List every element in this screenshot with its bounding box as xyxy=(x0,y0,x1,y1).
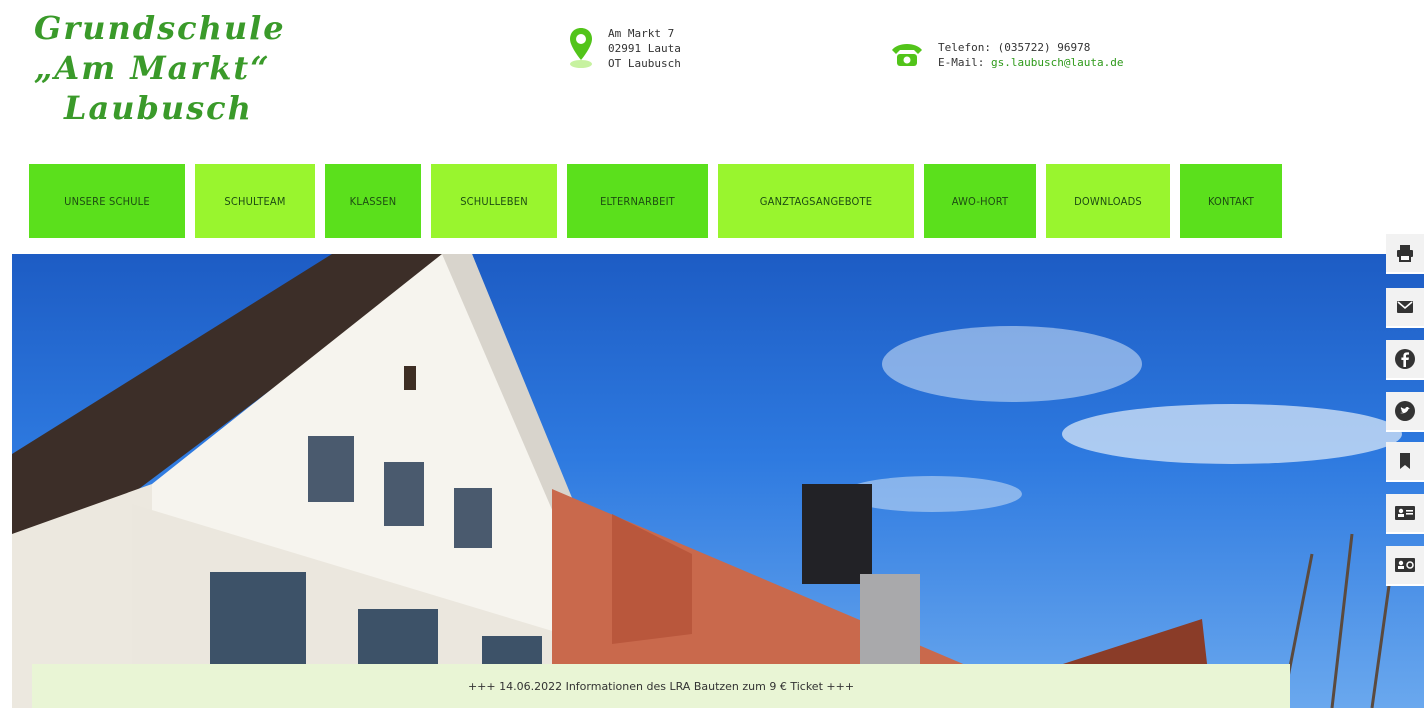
contact-card-icon xyxy=(1395,558,1415,572)
nav-schulteam[interactable]: SCHULTEAM xyxy=(195,164,315,238)
bookmark-icon xyxy=(1400,453,1410,469)
ticker-text[interactable]: +++ 14.06.2022 Informationen des LRA Bau… xyxy=(468,680,854,693)
hero-image xyxy=(12,254,1424,708)
contact-phone: Telefon: (035722) 96978 xyxy=(938,41,1091,54)
main-nav: UNSERE SCHULE SCHULTEAM KLASSEN SCHULLEB… xyxy=(29,164,1282,238)
print-button[interactable] xyxy=(1386,234,1424,274)
nav-elternarbeit[interactable]: ELTERNARBEIT xyxy=(567,164,708,238)
nav-downloads[interactable]: DOWNLOADS xyxy=(1046,164,1170,238)
telephone-icon xyxy=(892,44,922,66)
email-label: E-Mail: xyxy=(938,56,985,69)
facebook-icon xyxy=(1395,349,1415,369)
logo-line-1: Grundschule xyxy=(34,9,286,47)
nav-ganztagsangebote[interactable]: GANZTAGSANGEBOTE xyxy=(718,164,914,238)
address-city: 02991 Lauta xyxy=(608,42,681,55)
bookmark-button[interactable] xyxy=(1386,442,1424,482)
contact-card-button[interactable] xyxy=(1386,546,1424,586)
facebook-share-button[interactable] xyxy=(1386,340,1424,380)
logo-line-3: Laubusch xyxy=(64,89,253,127)
location-pin-icon xyxy=(570,28,592,68)
contact-block: Telefon: (035722) 96978 E-Mail: gs.laubu… xyxy=(890,40,1123,70)
nav-klassen[interactable]: KLASSEN xyxy=(325,164,421,238)
mail-icon xyxy=(1397,301,1413,313)
school-logo[interactable]: Grundschule „Am Markt“ Laubusch xyxy=(34,8,334,128)
address-district: OT Laubusch xyxy=(608,57,681,70)
email-link[interactable]: gs.laubusch@lauta.de xyxy=(991,56,1123,69)
twitter-share-button[interactable] xyxy=(1386,392,1424,432)
vcard-icon xyxy=(1395,506,1415,520)
nav-kontakt[interactable]: KONTAKT xyxy=(1180,164,1282,238)
vcard-button[interactable] xyxy=(1386,494,1424,534)
print-icon xyxy=(1397,245,1413,262)
news-ticker[interactable]: +++ 14.06.2022 Informationen des LRA Bau… xyxy=(32,664,1290,708)
school-building-photo xyxy=(12,254,1402,708)
address-block: Am Markt 7 02991 Lauta OT Laubusch xyxy=(568,26,681,71)
nav-schulleben[interactable]: SCHULLEBEN xyxy=(431,164,557,238)
address-street: Am Markt 7 xyxy=(608,27,675,40)
nav-unsere-schule[interactable]: UNSERE SCHULE xyxy=(29,164,185,238)
twitter-icon xyxy=(1395,401,1415,421)
mail-share-button[interactable] xyxy=(1386,288,1424,328)
nav-awo-hort[interactable]: AWO-HORT xyxy=(924,164,1036,238)
logo-line-2: „Am Markt“ xyxy=(34,49,271,87)
